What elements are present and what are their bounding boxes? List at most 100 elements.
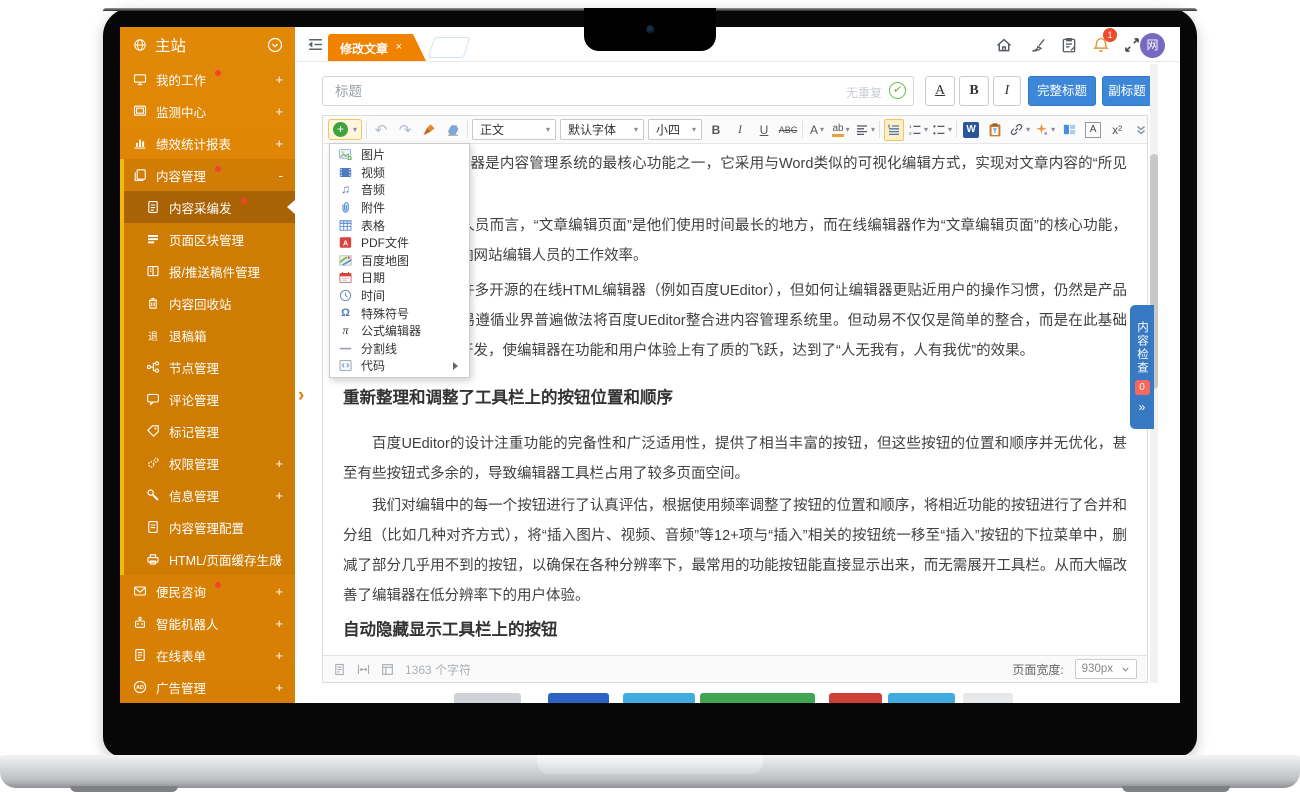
topbar: 修改文章 × 1 网 (295, 27, 1180, 62)
superscript-button[interactable]: x² (1107, 119, 1127, 141)
paragraph-format-select[interactable]: 正文 ▾ (472, 119, 556, 140)
menu-item-symbol[interactable]: Ω 特殊符号 (330, 304, 469, 322)
toolbar-more-icon[interactable] (1131, 119, 1147, 141)
first-line-indent-button[interactable] (884, 119, 904, 141)
sidebar-item-node-management[interactable]: 节点管理 (120, 351, 295, 383)
font-color-button[interactable]: A▾ (807, 119, 827, 141)
menu-item-table[interactable]: 表格 (330, 216, 469, 234)
blocks-icon (146, 232, 160, 246)
highlight-color-button[interactable]: ab▾ (831, 119, 851, 141)
menu-fold-icon[interactable] (307, 36, 325, 54)
link-button[interactable]: ▾ (1009, 119, 1030, 141)
insert-menu-button[interactable]: + ▾ (328, 119, 362, 140)
home-icon[interactable] (995, 36, 1013, 54)
sidebar-item-page-blocks[interactable]: 页面区块管理 (120, 223, 295, 255)
action-button-partial[interactable] (623, 693, 695, 703)
action-button-partial[interactable] (700, 693, 815, 703)
tab-close-icon[interactable]: × (396, 41, 402, 53)
paragraph: 我们对编辑中的每一个按钮进行了认真评估，根据使用频率调整了按钮的位置和顺序，将相… (343, 491, 1127, 611)
ordered-list-button[interactable]: 12 ▾ (908, 119, 928, 141)
strikethrough-button[interactable]: ABC (778, 119, 798, 141)
sidebar-item-online-forms[interactable]: 在线表单 + (120, 639, 295, 671)
page-width-select[interactable]: 930px (1075, 659, 1137, 679)
action-button-partial[interactable] (454, 693, 521, 703)
page-width-icon[interactable] (357, 663, 370, 676)
sidebar-item-performance-report[interactable]: 绩效统计报表 + (120, 127, 295, 159)
screen-icon (133, 104, 147, 118)
font-family-select[interactable]: 默认字体 ▾ (560, 119, 644, 140)
sidebar-item-info-management[interactable]: 信息管理 + (120, 479, 295, 511)
unordered-list-button[interactable]: ▾ (932, 119, 952, 141)
menu-item-code[interactable]: 代码 (330, 357, 469, 375)
menu-item-date[interactable]: 日期 (330, 269, 469, 287)
fullscreen-icon[interactable] (1123, 36, 1141, 54)
title-input[interactable] (322, 76, 914, 106)
font-size-select[interactable]: 小四 ▾ (648, 119, 702, 140)
chevron-down-circle-icon[interactable] (267, 37, 283, 58)
sidebar-header[interactable]: 主站 (120, 27, 295, 63)
title-bold-button[interactable]: B (959, 76, 989, 106)
page-layout-icon[interactable] (381, 663, 394, 676)
sidebar-item-public-consult[interactable]: 便民咨询 + (120, 575, 295, 607)
notification-badge: 1 (1103, 28, 1117, 42)
menu-item-video[interactable]: 视频 (330, 164, 469, 182)
italic-button[interactable]: I (730, 119, 750, 141)
sidebar-item-push-manuscript[interactable]: 报/推送稿件管理 (120, 255, 295, 287)
menu-item-attachment[interactable]: 附件 (330, 199, 469, 217)
sidebar-item-permission-management[interactable]: 权限管理 + (120, 447, 295, 479)
sidebar-item-content-editing[interactable]: 内容采编发 (120, 191, 295, 223)
word-import-button[interactable]: W (961, 119, 981, 141)
sidebar-item-recycle-bin[interactable]: 内容回收站 (120, 287, 295, 319)
sidebar-item-smart-robot[interactable]: 智能机器人 + (120, 607, 295, 639)
title-field-wrap: 无重复 ✓ (322, 76, 914, 106)
sidebar-item-comment-management[interactable]: 评论管理 (120, 383, 295, 415)
menu-item-formula[interactable]: π 公式编辑器 (330, 322, 469, 340)
action-button-partial[interactable] (548, 693, 609, 703)
menu-item-image[interactable]: 图片 (330, 146, 469, 164)
tab-edit-article[interactable]: 修改文章 × (328, 34, 426, 61)
sidebar-item-rejected-box[interactable]: 退 退稿箱 (120, 319, 295, 351)
sidebar-item-monitor-center[interactable]: 监测中心 + (120, 95, 295, 127)
action-button-partial[interactable] (963, 693, 1013, 703)
plus-icon: + (333, 122, 348, 137)
code-icon (339, 359, 352, 372)
eraser-icon[interactable] (443, 119, 463, 141)
paste-text-button[interactable]: T (985, 119, 1005, 141)
menu-item-baidu-map[interactable]: 百度地图 (330, 252, 469, 270)
align-button[interactable]: ▾ (855, 119, 875, 141)
doc-info-icon[interactable] (333, 663, 346, 676)
draft-clipboard-icon[interactable] (1060, 36, 1078, 54)
sidebar-item-my-work[interactable]: 我的工作 + (120, 63, 295, 95)
subtitle-button[interactable]: 副标题 (1102, 76, 1152, 106)
redo-icon[interactable]: ↷ (395, 119, 415, 141)
sidebar-item-ad-management[interactable]: AD 广告管理 + (120, 671, 295, 703)
action-button-partial[interactable] (888, 693, 955, 703)
action-button-partial[interactable] (829, 693, 882, 703)
undo-icon[interactable]: ↶ (371, 119, 391, 141)
avatar[interactable]: 网 (1140, 33, 1165, 58)
title-style-a-button[interactable]: A (925, 76, 955, 106)
ad-icon: AD (133, 680, 147, 694)
calendar-icon (339, 271, 352, 284)
bold-button[interactable]: B (706, 119, 726, 141)
underline-button[interactable]: U (754, 119, 774, 141)
sidebar-item-tag-management[interactable]: 标记管理 (120, 415, 295, 447)
sidebar-collapse-arrow[interactable]: › (298, 385, 304, 407)
full-title-button[interactable]: 完整标题 (1028, 76, 1096, 106)
content-check-tab[interactable]: 内容检查 0 » (1130, 305, 1154, 429)
menu-item-divider[interactable]: 分割线 (330, 340, 469, 358)
clean-broom-icon[interactable] (1029, 36, 1047, 54)
layout-columns-button[interactable] (1059, 119, 1079, 141)
menu-item-time[interactable]: 时间 (330, 287, 469, 305)
new-tab-stub[interactable] (428, 37, 471, 58)
sidebar-item-content-config[interactable]: 内容管理配置 (120, 511, 295, 543)
font-box-button[interactable]: A (1083, 119, 1103, 141)
format-magic-button[interactable]: ▾ (1034, 119, 1055, 141)
title-italic-button[interactable]: I (993, 76, 1021, 106)
menu-item-audio[interactable]: ♫ 音频 (330, 181, 469, 199)
menu-item-pdf[interactable]: A PDF文件 (330, 234, 469, 252)
sidebar-item-html-cache[interactable]: HTML/页面缓存生成 + (120, 543, 295, 575)
sidebar-item-content-management[interactable]: 内容管理 - (120, 159, 295, 191)
document-icon (146, 520, 160, 534)
format-brush-icon[interactable] (419, 119, 439, 141)
